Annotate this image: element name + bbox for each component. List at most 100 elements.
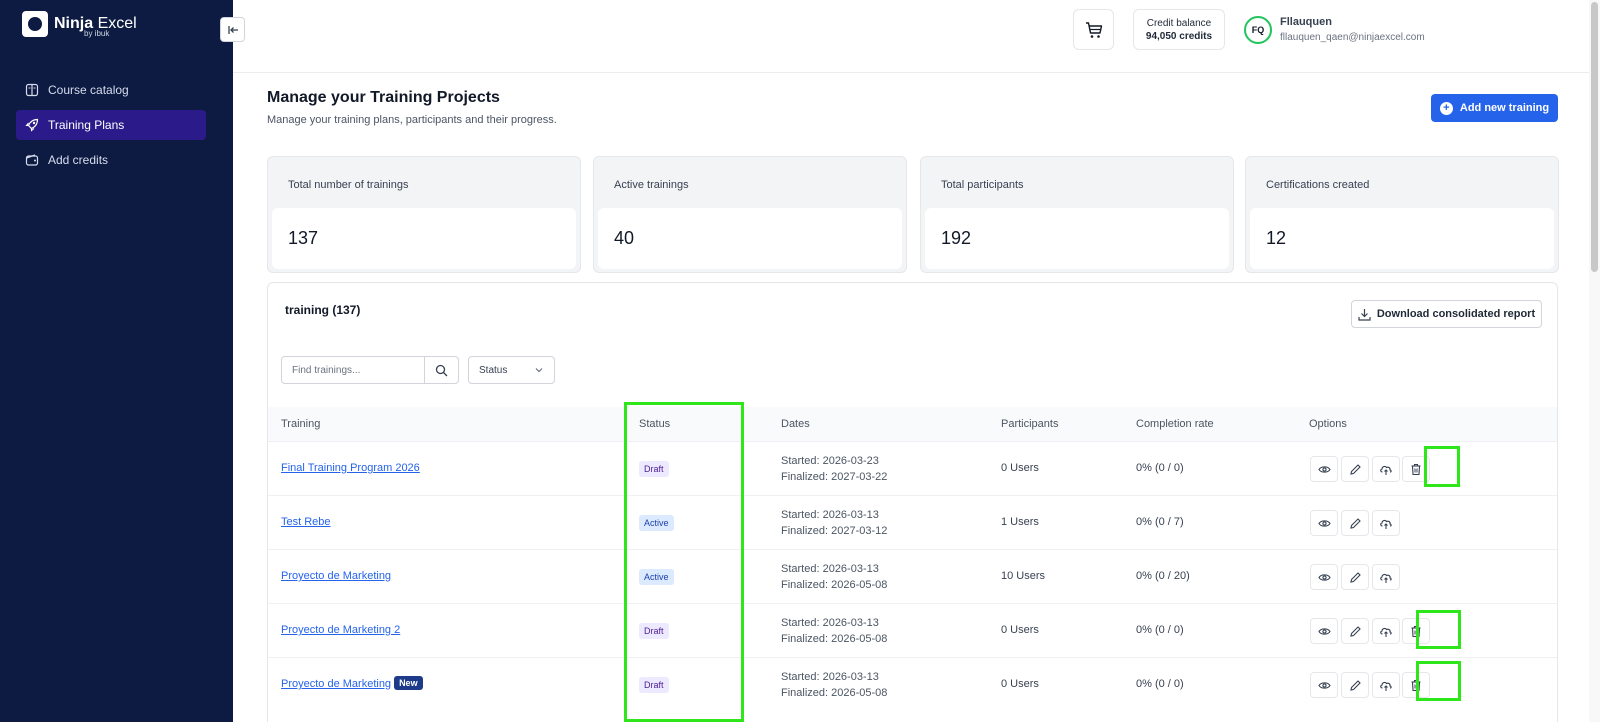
started-date: Started: 2026-03-13 — [781, 563, 879, 575]
sidebar-nav: Course catalog Training Plans Add credit… — [16, 75, 206, 180]
pencil-icon — [1349, 571, 1361, 583]
column-header-training: Training — [281, 418, 321, 430]
started-date: Started: 2026-03-13 — [781, 671, 879, 683]
sidebar-item-label: Course catalog — [48, 83, 129, 97]
completion-rate: 0% (0 / 7) — [1136, 516, 1184, 528]
table-row: Proyecto de Marketing New Draft Started: … — [268, 657, 1557, 711]
table-header: Training Status Dates Participants Compl… — [268, 407, 1557, 441]
training-link[interactable]: Proyecto de Marketing — [281, 678, 391, 690]
page-title: Manage your Training Projects — [267, 89, 500, 106]
stat-value: 192 — [941, 228, 972, 248]
new-badge: New — [394, 676, 423, 690]
started-date: Started: 2026-03-13 — [781, 617, 879, 629]
pencil-icon — [1349, 517, 1361, 529]
cloud-upload-icon — [1380, 519, 1392, 529]
sidebar-item-course-catalog[interactable]: Course catalog — [16, 75, 206, 105]
download-icon — [1358, 308, 1371, 321]
cart-icon — [1085, 21, 1102, 38]
edit-button[interactable] — [1341, 618, 1369, 644]
table-row: Proyecto de Marketing Active Started: 20… — [268, 549, 1557, 603]
started-date: Started: 2026-03-13 — [781, 509, 879, 521]
view-button[interactable] — [1310, 618, 1338, 644]
avatar[interactable]: FQ — [1244, 16, 1272, 44]
view-button[interactable] — [1310, 456, 1338, 482]
cloud-upload-icon — [1380, 627, 1392, 637]
completion-rate: 0% (0 / 0) — [1136, 678, 1184, 690]
completion-rate: 0% (0 / 20) — [1136, 570, 1190, 582]
rocket-icon — [25, 118, 39, 132]
sidebar: Ninja Excel by ibuk Course catalog Train… — [0, 0, 233, 722]
search-input[interactable] — [282, 357, 424, 383]
upload-button[interactable] — [1372, 618, 1400, 644]
stat-card-active-trainings: Active trainings 40 — [593, 156, 907, 273]
training-link[interactable]: Proyecto de Marketing — [281, 570, 391, 582]
sidebar-item-training-plans[interactable]: Training Plans — [16, 110, 206, 140]
stat-value: 12 — [1266, 228, 1287, 248]
cloud-upload-icon — [1380, 573, 1392, 583]
add-new-training-label: Add new training — [1459, 102, 1550, 114]
credit-value: 94,050 credits — [1145, 31, 1213, 42]
table-row: Final Training Program 2026 Draft Starte… — [268, 441, 1557, 495]
chevron-down-icon — [535, 368, 543, 373]
sidebar-item-add-credits[interactable]: Add credits — [16, 145, 206, 175]
training-link[interactable]: Test Rebe — [281, 516, 331, 528]
add-new-training-button[interactable]: + Add new training — [1431, 94, 1558, 122]
trainings-count-title: training (137) — [285, 303, 361, 317]
delete-button[interactable] — [1402, 618, 1430, 644]
view-button[interactable] — [1310, 564, 1338, 590]
table-row: Proyecto de Marketing 2 Draft Started: 2… — [268, 603, 1557, 657]
page-scrollbar[interactable] — [1589, 0, 1600, 722]
pencil-icon — [1349, 625, 1361, 637]
pencil-icon — [1349, 679, 1361, 691]
participants-count: 1 Users — [1001, 516, 1039, 528]
eye-icon — [1317, 681, 1331, 689]
column-header-options: Options — [1309, 418, 1347, 430]
edit-button[interactable] — [1341, 510, 1369, 536]
logo-mark-icon — [22, 11, 48, 37]
status-filter-select[interactable]: Status — [468, 356, 555, 384]
training-link[interactable]: Final Training Program 2026 — [281, 462, 420, 474]
edit-button[interactable] — [1341, 672, 1369, 698]
status-badge: Draft — [639, 461, 669, 477]
stat-label: Total participants — [941, 179, 1024, 191]
stat-label: Active trainings — [614, 179, 689, 191]
trash-icon — [1411, 679, 1421, 691]
scrollbar-thumb[interactable] — [1591, 2, 1598, 272]
delete-button[interactable] — [1402, 672, 1430, 698]
download-report-button[interactable]: Download consolidated report — [1351, 300, 1542, 328]
started-date: Started: 2026-03-23 — [781, 455, 879, 467]
view-button[interactable] — [1310, 510, 1338, 536]
status-badge: Active — [639, 569, 674, 585]
participants-count: 0 Users — [1001, 462, 1039, 474]
upload-button[interactable] — [1372, 510, 1400, 536]
status-badge: Draft — [639, 623, 669, 639]
upload-button[interactable] — [1372, 456, 1400, 482]
column-header-completion-rate: Completion rate — [1136, 418, 1214, 430]
trainings-panel: training (137) Download consolidated rep… — [267, 282, 1558, 722]
status-badge: Draft — [639, 677, 669, 693]
stat-label: Certifications created — [1266, 179, 1370, 191]
logo[interactable]: Ninja Excel — [22, 11, 137, 37]
upload-button[interactable] — [1372, 564, 1400, 590]
user-email: fllauquen_qaen@ninjaexcel.com — [1280, 32, 1425, 43]
upload-button[interactable] — [1372, 672, 1400, 698]
view-button[interactable] — [1310, 672, 1338, 698]
pencil-icon — [1349, 463, 1361, 475]
eye-icon — [1317, 627, 1331, 635]
status-badge: Active — [639, 515, 674, 531]
search-icon — [435, 364, 448, 376]
stat-card-certifications: Certifications created 12 — [1245, 156, 1559, 273]
participants-count: 10 Users — [1001, 570, 1046, 582]
training-link[interactable]: Proyecto de Marketing 2 — [281, 624, 400, 636]
edit-button[interactable] — [1341, 456, 1369, 482]
finalized-date: Finalized: 2026-05-08 — [781, 633, 888, 645]
credit-balance: Credit balance 94,050 credits — [1133, 9, 1225, 50]
sidebar-item-label: Add credits — [48, 153, 109, 167]
search-button[interactable] — [424, 357, 458, 383]
stat-label: Total number of trainings — [288, 179, 409, 191]
cart-button[interactable] — [1073, 9, 1114, 50]
credit-label: Credit balance — [1146, 18, 1212, 29]
edit-button[interactable] — [1341, 564, 1369, 590]
delete-button[interactable] — [1402, 456, 1430, 482]
plus-circle-icon: + — [1439, 101, 1453, 115]
